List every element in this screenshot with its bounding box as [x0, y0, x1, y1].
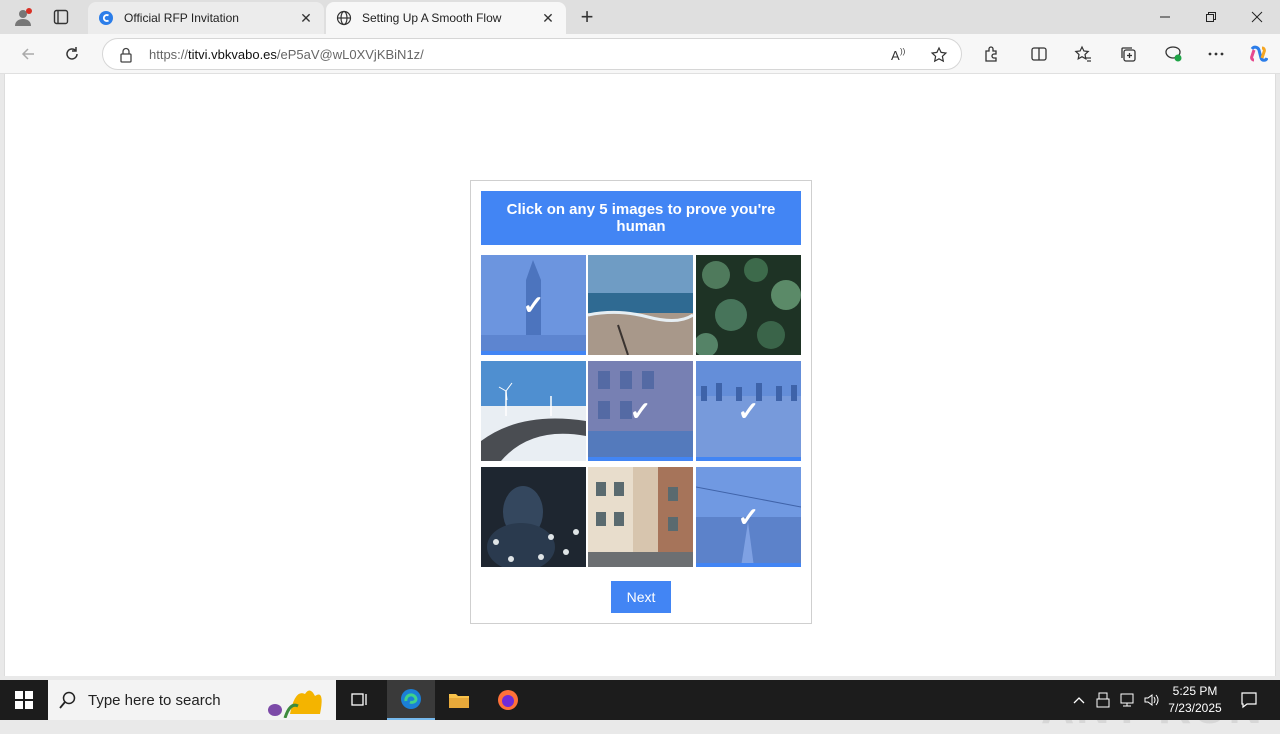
lock-icon[interactable]: [117, 46, 135, 64]
url-text[interactable]: https://titvi.vbkvabo.es/eP5aV@wL0XVjKBi…: [149, 47, 424, 62]
address-bar[interactable]: https://titvi.vbkvabo.es/eP5aV@wL0XVjKBi…: [102, 38, 962, 70]
checkmark-icon: ✓: [737, 501, 760, 532]
captcha-tile-person-flowers[interactable]: [481, 467, 586, 567]
tab-setting-up[interactable]: Setting Up A Smooth Flow ✕: [326, 2, 566, 34]
captcha-tile-wind-turbines[interactable]: [481, 361, 586, 461]
tab-label: Official RFP Invitation: [124, 11, 239, 25]
search-icon: [48, 691, 88, 709]
captcha-widget: Click on any 5 images to prove you're hu…: [470, 180, 812, 624]
restore-button[interactable]: [1188, 0, 1234, 34]
tab-actions-icon[interactable]: [42, 0, 80, 34]
captcha-tile-street[interactable]: [588, 467, 693, 567]
captcha-tile-field[interactable]: ✓: [696, 361, 801, 461]
search-highlight-icon: [260, 684, 330, 722]
browser-titlebar: Official RFP Invitation ✕ Setting Up A S…: [0, 0, 1280, 34]
tab-close-icon[interactable]: ✕: [540, 10, 556, 26]
svg-text:A: A: [891, 48, 900, 63]
volume-icon[interactable]: [1140, 680, 1162, 720]
next-button[interactable]: Next: [611, 581, 671, 613]
svg-text:)): )): [900, 47, 906, 56]
favorite-star-icon[interactable]: [929, 45, 949, 65]
tab-close-icon[interactable]: ✕: [298, 10, 314, 26]
close-window-button[interactable]: [1234, 0, 1280, 34]
firefox-icon[interactable]: [484, 680, 532, 720]
profile-icon[interactable]: [4, 0, 42, 34]
tab-official-rfp[interactable]: Official RFP Invitation ✕: [88, 2, 324, 34]
refresh-button[interactable]: [56, 38, 88, 70]
minimize-button[interactable]: [1142, 0, 1188, 34]
browser-essentials-icon[interactable]: [1157, 38, 1189, 70]
clock-date: 7/23/2025: [1168, 701, 1222, 715]
captcha-instruction: Click on any 5 images to prove you're hu…: [481, 191, 801, 245]
page-viewport: Click on any 5 images to prove you're hu…: [4, 74, 1276, 733]
clock-time: 5:25 PM: [1172, 684, 1218, 698]
collections-icon[interactable]: [1112, 38, 1144, 70]
new-tab-button[interactable]: +: [572, 4, 602, 30]
captcha-tile-succulents[interactable]: [696, 255, 801, 355]
browser-toolbar: https://titvi.vbkvabo.es/eP5aV@wL0XVjKBi…: [0, 34, 1280, 74]
checkmark-icon: ✓: [629, 395, 652, 426]
back-button[interactable]: [12, 38, 44, 70]
copilot-icon[interactable]: [1242, 38, 1274, 70]
edge-taskbar-icon[interactable]: [387, 680, 435, 720]
search-placeholder: Type here to search: [88, 691, 221, 709]
more-options-icon[interactable]: [1200, 38, 1232, 70]
show-hidden-icons-chevron-icon[interactable]: [1068, 680, 1090, 720]
split-screen-icon[interactable]: [1023, 38, 1055, 70]
edge-tab-icon: [98, 10, 114, 26]
network-icon[interactable]: [1116, 680, 1138, 720]
file-explorer-icon[interactable]: [435, 680, 483, 720]
favorites-icon[interactable]: [1067, 38, 1099, 70]
checkmark-icon: ✓: [737, 395, 760, 426]
usb-device-icon[interactable]: [1092, 680, 1114, 720]
captcha-tile-building[interactable]: ✓: [588, 361, 693, 461]
taskbar-search-box[interactable]: Type here to search: [48, 680, 336, 720]
tab-label: Setting Up A Smooth Flow: [362, 11, 502, 25]
task-view-icon[interactable]: [336, 680, 384, 720]
captcha-tile-city-aerial[interactable]: ✓: [696, 467, 801, 567]
extensions-icon[interactable]: [975, 38, 1007, 70]
globe-icon: [336, 10, 352, 26]
notifications-icon[interactable]: [1234, 680, 1264, 720]
taskbar-clock[interactable]: 5:25 PM 7/23/2025: [1160, 683, 1230, 717]
windows-start-button[interactable]: [0, 680, 48, 720]
read-aloud-icon[interactable]: A)): [889, 45, 909, 65]
captcha-tile-beach[interactable]: [588, 255, 693, 355]
captcha-tile-tower[interactable]: ✓: [481, 255, 586, 355]
windows-taskbar: Type here to search 5:25 PM 7/23/2025: [0, 680, 1280, 720]
checkmark-icon: ✓: [522, 289, 545, 320]
